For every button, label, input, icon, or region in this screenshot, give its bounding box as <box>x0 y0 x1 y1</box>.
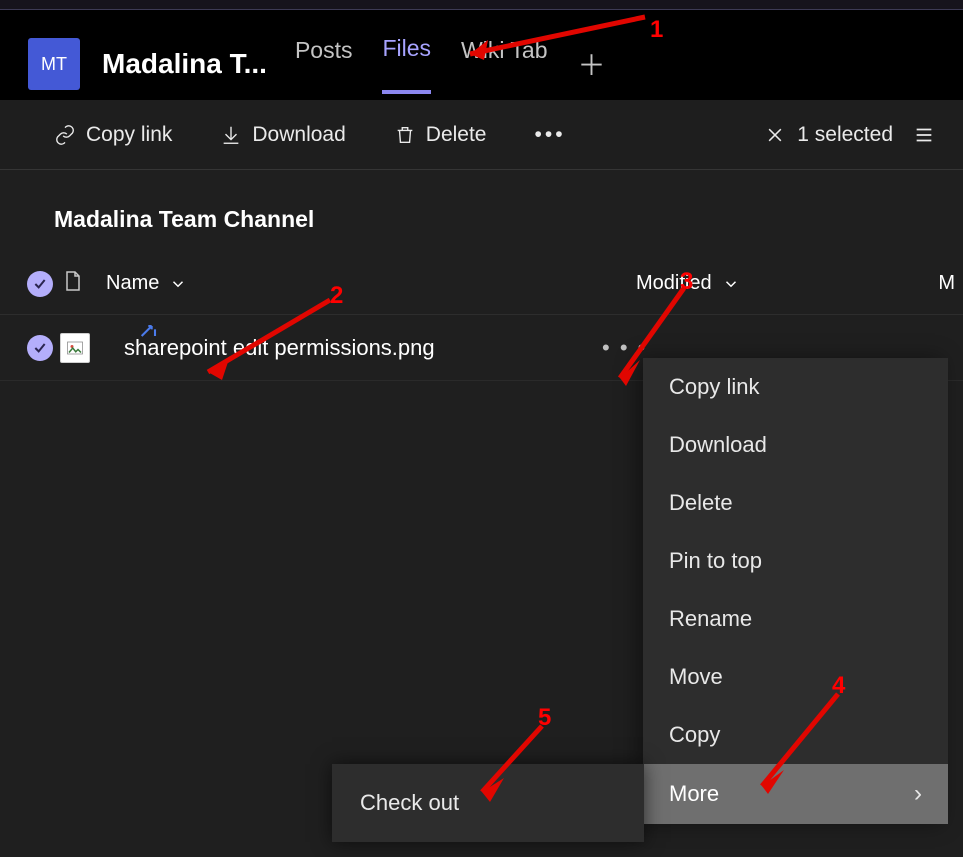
more-toolbar-button[interactable]: ••• <box>534 123 565 147</box>
chevron-down-icon <box>722 275 740 293</box>
file-type-header-icon <box>60 269 84 293</box>
ctx-pin-to-top[interactable]: Pin to top <box>643 532 948 590</box>
delete-label: Delete <box>426 123 487 147</box>
team-name: Madalina T... <box>102 48 267 80</box>
ctx-delete[interactable]: Delete <box>643 474 948 532</box>
column-header-cut: M <box>938 272 963 295</box>
delete-button[interactable]: Delete <box>394 123 487 147</box>
ctx-rename[interactable]: Rename <box>643 590 948 648</box>
breadcrumb-channel: Madalina Team Channel <box>0 170 963 259</box>
annotation-arrow-2 <box>190 292 340 387</box>
download-button[interactable]: Download <box>220 123 345 147</box>
tab-files[interactable]: Files <box>382 35 431 94</box>
download-label: Download <box>252 123 345 147</box>
selection-count[interactable]: 1 selected <box>765 123 893 147</box>
annotation-arrow-4 <box>748 688 848 798</box>
row-checkbox[interactable] <box>27 335 53 361</box>
ctx-download[interactable]: Download <box>643 416 948 474</box>
selection-count-label: 1 selected <box>797 123 893 147</box>
image-file-icon <box>60 333 90 363</box>
window-top-strip <box>0 0 963 10</box>
copy-link-button[interactable]: Copy link <box>54 123 172 147</box>
ellipsis-icon: ••• <box>534 123 565 147</box>
trash-icon <box>394 124 416 146</box>
download-icon <box>220 124 242 146</box>
chevron-right-icon: › <box>914 780 922 808</box>
column-header-name[interactable]: Name <box>106 272 626 295</box>
annotation-arrow-3 <box>604 282 694 390</box>
select-all-checkbox[interactable] <box>27 271 53 297</box>
file-list-header: Name Modified M <box>0 259 963 315</box>
share-indicator-icon <box>140 323 160 339</box>
team-avatar[interactable]: MT <box>28 38 80 90</box>
annotation-arrow-1 <box>450 12 650 62</box>
chevron-down-icon <box>169 275 187 293</box>
menu-icon[interactable] <box>913 124 935 146</box>
copy-link-label: Copy link <box>86 123 172 147</box>
annotation-arrow-5 <box>468 720 552 806</box>
ctx-check-out[interactable]: Check out <box>360 790 459 816</box>
files-toolbar: Copy link Download Delete ••• 1 selected <box>0 100 963 170</box>
close-icon <box>765 125 785 145</box>
column-name-label: Name <box>106 272 159 295</box>
link-icon <box>54 124 76 146</box>
tab-posts[interactable]: Posts <box>295 37 353 92</box>
